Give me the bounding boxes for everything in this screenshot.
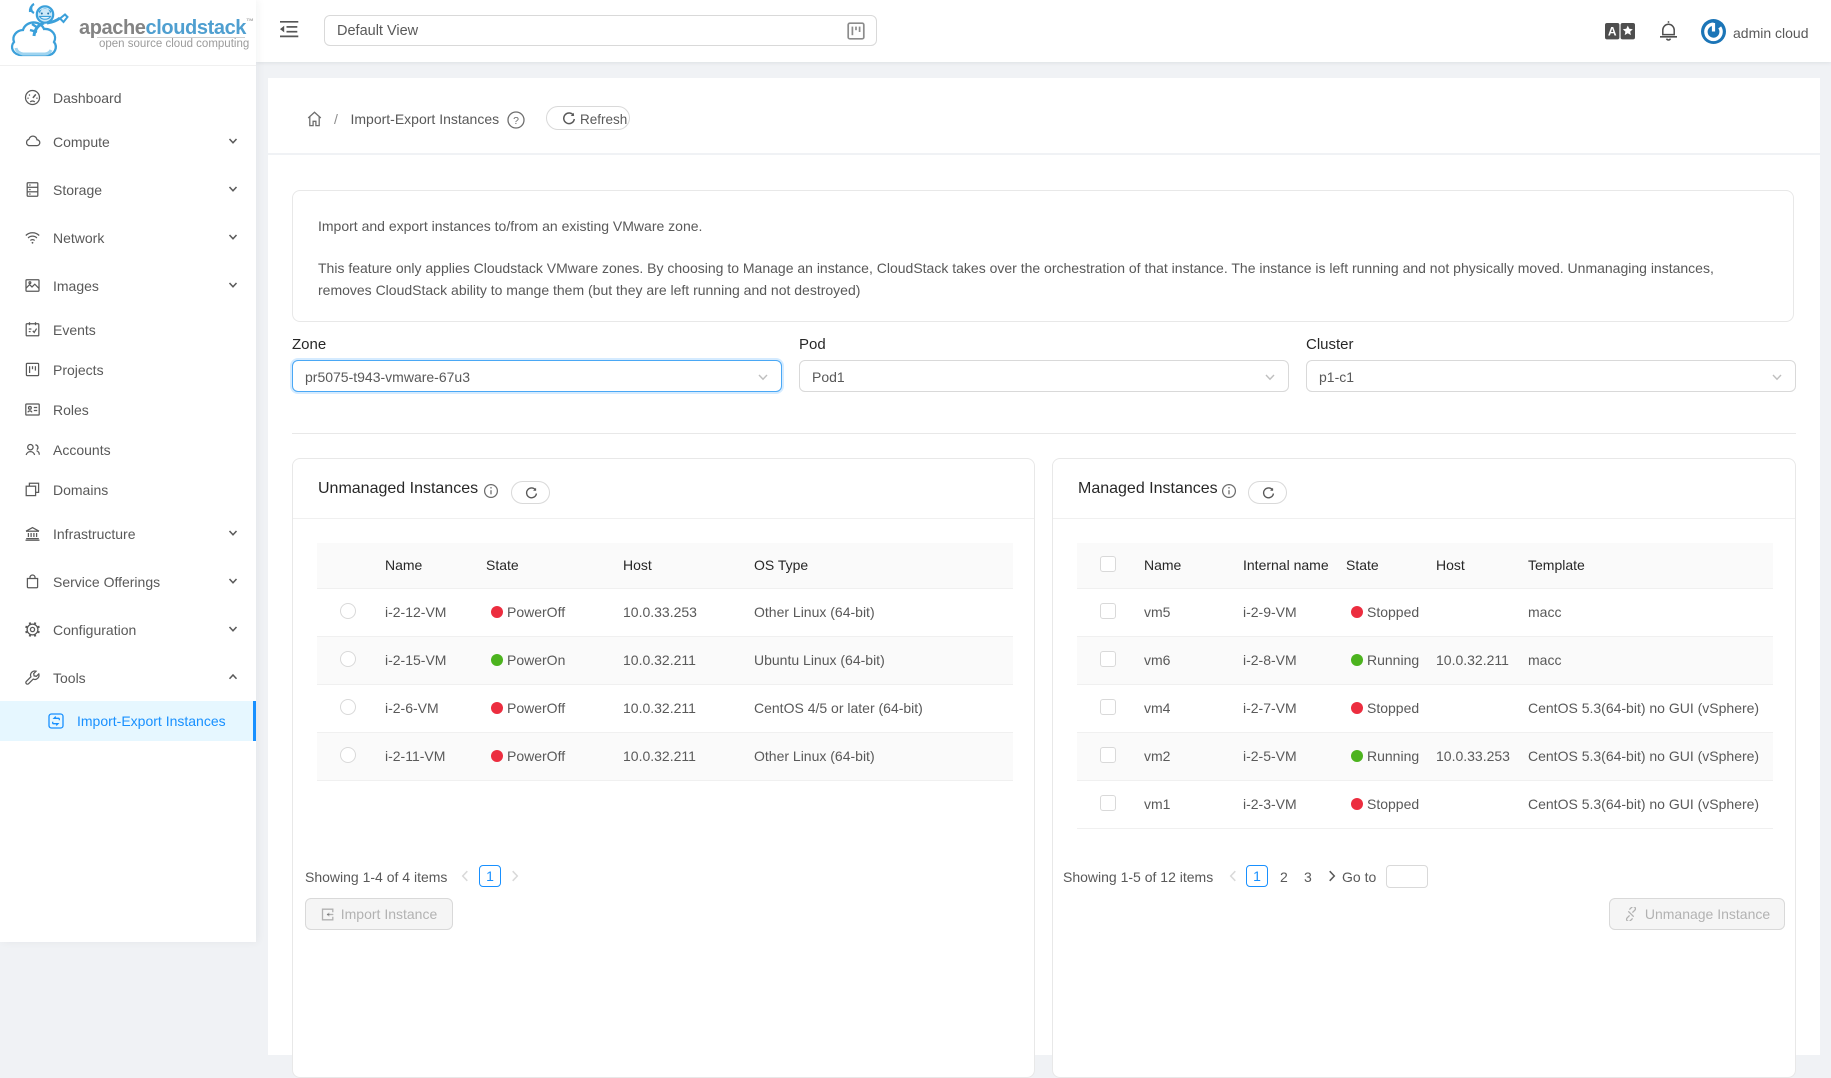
svg-text:A: A xyxy=(1608,25,1617,39)
svg-text:?: ? xyxy=(513,114,519,126)
